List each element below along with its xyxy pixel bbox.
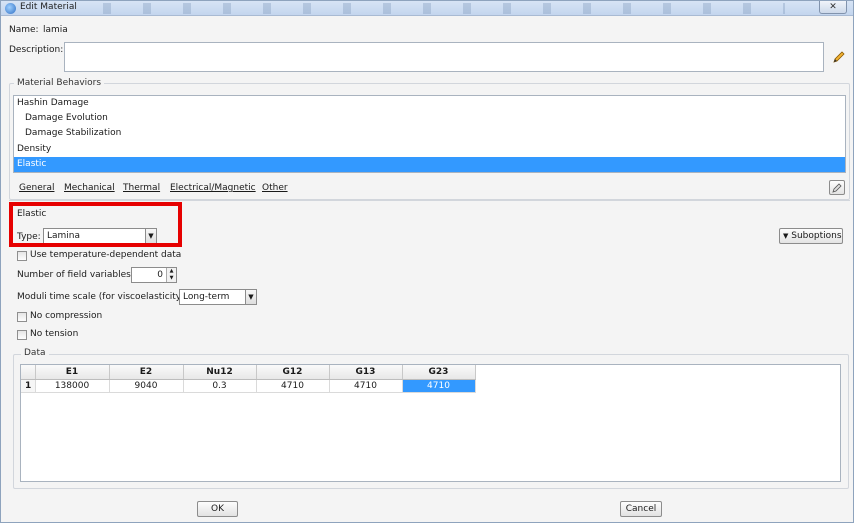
menu-electrical-magnetic[interactable]: Electrical/Magnetic xyxy=(170,183,256,193)
ok-button[interactable]: OK xyxy=(197,501,238,517)
spinner-arrows-icon[interactable]: ▲ ▼ xyxy=(166,268,176,282)
title-bar: Edit Material ✕ xyxy=(1,1,853,16)
highlight-box xyxy=(9,202,182,247)
menu-thermal[interactable]: Thermal xyxy=(123,183,160,193)
data-group-title: Data xyxy=(21,348,49,358)
edit-pencil-icon[interactable] xyxy=(831,49,847,65)
behavior-item-damage-stabilization[interactable]: Damage Stabilization xyxy=(14,126,845,141)
column-header-g13: G13 xyxy=(329,365,403,380)
chevron-down-icon: ▼ xyxy=(245,290,256,304)
menu-mechanical[interactable]: Mechanical xyxy=(64,183,115,193)
column-header-g12: G12 xyxy=(256,365,330,380)
close-button[interactable]: ✕ xyxy=(819,1,847,14)
moduli-time-scale-label: Moduli time scale (for viscoelasticity): xyxy=(17,292,188,302)
moduli-time-scale-value: Long-term xyxy=(183,292,230,302)
behavior-item-damage-evolution[interactable]: Damage Evolution xyxy=(14,111,845,126)
no-compression-checkbox[interactable] xyxy=(17,312,27,322)
window-title: Edit Material xyxy=(20,2,77,12)
cancel-button[interactable]: Cancel xyxy=(620,501,662,517)
cell-e1[interactable]: 138000 xyxy=(35,379,110,393)
material-behaviors-title: Material Behaviors xyxy=(14,78,105,88)
row-number-header xyxy=(21,365,36,380)
cell-e2[interactable]: 9040 xyxy=(109,379,184,393)
cell-nu12[interactable]: 0.3 xyxy=(183,379,257,393)
column-header-e2: E2 xyxy=(109,365,184,380)
no-compression-label: No compression xyxy=(30,311,103,321)
description-label: Description: xyxy=(9,45,64,55)
app-icon xyxy=(5,3,16,14)
cell-g23[interactable]: 4710 xyxy=(402,379,476,393)
suboptions-label: Suboptions xyxy=(791,231,842,241)
suboptions-button[interactable]: ▼ Suboptions xyxy=(779,228,843,244)
field-variables-spinner[interactable]: 0 ▲ ▼ xyxy=(131,267,177,283)
menu-general-label: General xyxy=(19,183,55,193)
behavior-item-hashin-damage[interactable]: Hashin Damage xyxy=(14,96,845,111)
cell-g13[interactable]: 4710 xyxy=(329,379,403,393)
table-row: 1 138000 9040 0.3 4710 4710 4710 xyxy=(21,379,476,393)
use-temp-checkbox[interactable] xyxy=(17,251,27,261)
edit-material-dialog: Edit Material ✕ Name: lamia Description:… xyxy=(0,0,854,523)
description-field[interactable] xyxy=(64,42,824,72)
field-variables-label: Number of field variables: xyxy=(17,270,134,280)
row-number: 1 xyxy=(21,379,36,393)
field-variables-value: 0 xyxy=(157,270,163,280)
table-header-row: E1 E2 Nu12 G12 G13 G23 xyxy=(21,365,476,380)
column-header-g23: G23 xyxy=(402,365,476,380)
data-table: E1 E2 Nu12 G12 G13 G23 1 138000 9040 0.3… xyxy=(21,365,476,393)
material-behaviors-list[interactable]: Hashin Damage Damage Evolution Damage St… xyxy=(13,95,846,173)
moduli-time-scale-select[interactable]: Long-term ▼ xyxy=(179,289,257,305)
column-header-e1: E1 xyxy=(35,365,110,380)
menu-thermal-label: Thermal xyxy=(123,183,161,193)
behavior-item-density[interactable]: Density xyxy=(14,142,845,157)
name-label: Name: xyxy=(9,25,39,35)
section-divider xyxy=(9,200,850,201)
no-tension-label: No tension xyxy=(30,329,79,339)
data-table-area: E1 E2 Nu12 G12 G13 G23 1 138000 9040 0.3… xyxy=(20,364,841,482)
menu-other-label: Other xyxy=(262,183,288,193)
menu-other[interactable]: Other xyxy=(262,183,288,193)
pencil-icon xyxy=(832,183,842,193)
behavior-item-elastic[interactable]: Elastic xyxy=(14,157,845,172)
background-toolbar-icons xyxy=(85,3,785,14)
menu-mechanical-label: Mechanical xyxy=(64,183,115,193)
cell-g12[interactable]: 4710 xyxy=(256,379,330,393)
edit-behavior-button[interactable] xyxy=(829,180,845,195)
caret-down-icon: ▼ xyxy=(783,232,789,240)
use-temp-label: Use temperature-dependent data xyxy=(30,250,182,260)
no-tension-checkbox[interactable] xyxy=(17,330,27,340)
name-value: lamia xyxy=(43,25,68,35)
menu-electrical-magnetic-label: Electrical/Magnetic xyxy=(170,183,256,193)
menu-general[interactable]: General xyxy=(19,183,54,193)
column-header-nu12: Nu12 xyxy=(183,365,257,380)
